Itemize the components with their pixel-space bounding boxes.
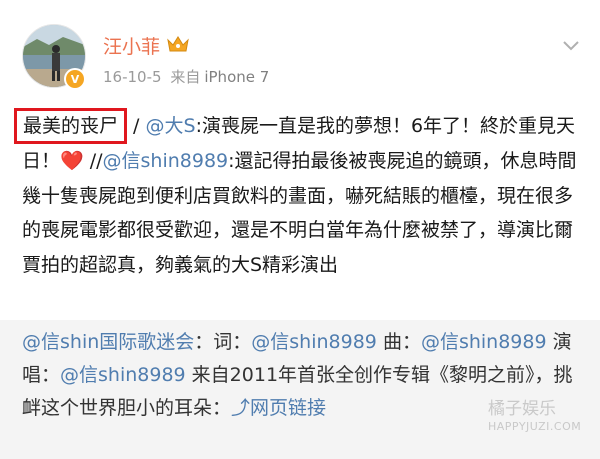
weibo-post: V 汪小菲 16-10-5 来自 iPhone 7 最美的丧尸 / @大S:演喪屍… <box>0 0 600 320</box>
mention-link[interactable]: @信shin8989 <box>60 364 186 386</box>
mention-link[interactable]: @信shin8989 <box>421 331 547 353</box>
mention-link[interactable]: @信shin国际歌迷会 <box>22 331 194 353</box>
post-body: 最美的丧尸 / @大S:演喪屍一直是我的夢想！6年了！終於重見天日！❤️ //@… <box>14 108 588 282</box>
text-segment: // <box>83 150 103 172</box>
text-segment: ：词： <box>194 331 252 353</box>
mention-link[interactable]: @大S <box>146 115 196 137</box>
web-link[interactable]: 网页链接 <box>250 397 326 419</box>
highlight-box: 最美的丧尸 <box>14 108 128 144</box>
chevron-down-icon[interactable] <box>562 40 580 52</box>
link-icon: ⤴ <box>231 397 251 419</box>
heart-icon: ❤️ <box>60 150 84 172</box>
text-segment: 曲： <box>376 331 421 353</box>
watermark-line2: HAPPYJUZI.COM <box>488 420 582 433</box>
username[interactable]: 汪小菲 <box>103 32 160 59</box>
watermark-line1: 橘子娱乐 <box>488 399 556 419</box>
verified-badge-icon: V <box>64 68 86 90</box>
crown-icon <box>167 36 189 52</box>
post-date: 16-10-5 <box>103 68 162 86</box>
source-prefix: 来自 <box>170 68 201 86</box>
text-segment: / <box>127 115 146 137</box>
mention-link[interactable]: @信shin8989 <box>103 150 229 172</box>
post-meta: 16-10-5 来自 iPhone 7 <box>103 66 269 87</box>
mention-link[interactable]: @信shin8989 <box>251 331 377 353</box>
watermark: 橘子娱乐 HAPPYJUZI.COM <box>488 400 581 436</box>
source-device[interactable]: iPhone 7 <box>204 68 269 86</box>
